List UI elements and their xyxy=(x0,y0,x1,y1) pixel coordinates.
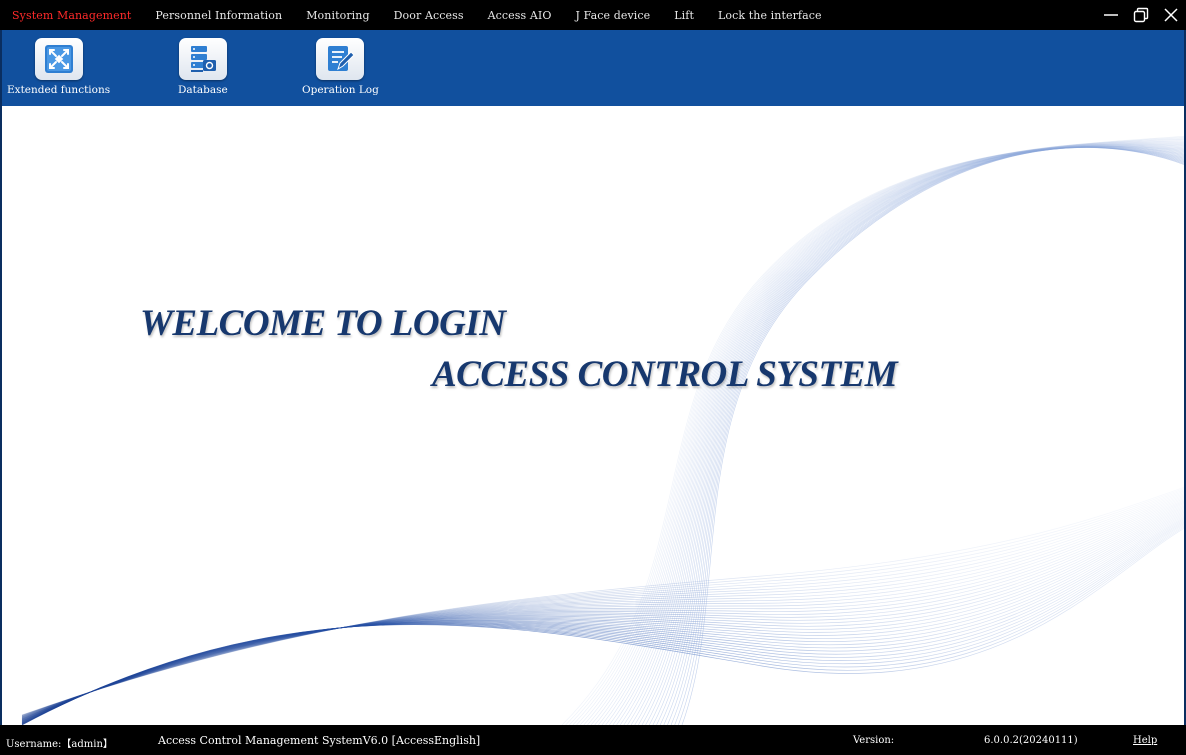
operation-log-label: Operation Log xyxy=(302,84,379,96)
status-system-name: Access Control Management SystemV6.0 [Ac… xyxy=(158,734,481,747)
help-link[interactable]: Help xyxy=(1133,735,1157,746)
menu-personnel-information[interactable]: Personnel Information xyxy=(155,9,282,22)
menu-system-management[interactable]: System Management xyxy=(12,9,131,22)
database-button[interactable]: Database xyxy=(178,38,228,96)
menu-door-access[interactable]: Door Access xyxy=(394,9,464,22)
extended-functions-label: Extended functions xyxy=(7,84,111,96)
close-icon xyxy=(1164,8,1178,22)
menu-monitoring[interactable]: Monitoring xyxy=(306,9,369,22)
database-label: Database xyxy=(178,84,228,96)
welcome-line-1: WELCOME TO LOGIN xyxy=(140,303,506,344)
menu-items: System Management Personnel Information … xyxy=(0,0,846,30)
menu-access-aio[interactable]: Access AIO xyxy=(488,9,552,22)
extended-functions-icon xyxy=(34,38,83,80)
welcome-line-2: ACCESS CONTROL SYSTEM xyxy=(432,354,898,395)
extended-functions-button[interactable]: Extended functions xyxy=(7,38,110,96)
restore-button[interactable] xyxy=(1126,0,1156,30)
minimize-button[interactable] xyxy=(1096,0,1126,30)
status-version-value: 6.0.0.2(20240111) xyxy=(984,735,1078,746)
status-username: Username:【admin】 xyxy=(6,739,113,750)
wave-background xyxy=(21,135,1184,725)
close-button[interactable] xyxy=(1156,0,1186,30)
minimize-icon xyxy=(1104,14,1118,16)
menu-bar: System Management Personnel Information … xyxy=(0,0,1186,30)
restore-icon xyxy=(1133,7,1149,23)
window-controls xyxy=(1096,0,1186,30)
menu-lock-interface[interactable]: Lock the interface xyxy=(718,9,822,22)
toolbar: Extended functions Database Operation Lo xyxy=(0,30,1186,106)
database-icon xyxy=(178,38,227,80)
status-version-label: Version: xyxy=(853,735,895,746)
status-bar: Username:【admin】 Access Control Manageme… xyxy=(0,725,1186,755)
menu-lift[interactable]: Lift xyxy=(674,9,694,22)
operation-log-icon xyxy=(316,38,365,80)
welcome-panel: WELCOME TO LOGIN ACCESS CONTROL SYSTEM xyxy=(0,106,1186,725)
operation-log-button[interactable]: Operation Log xyxy=(302,38,379,96)
menu-j-face-device[interactable]: J Face device xyxy=(575,9,650,22)
